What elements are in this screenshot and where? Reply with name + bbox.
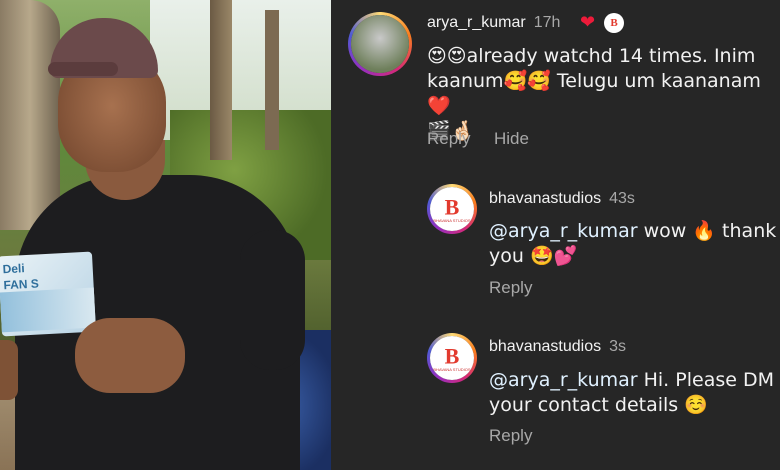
- card-band: [0, 287, 96, 333]
- comment-text: 😍😍already watchd 14 times. Inim kaanum🥰🥰…: [427, 45, 761, 142]
- hide-button[interactable]: Hide: [494, 129, 529, 149]
- person-hand-left: [0, 340, 18, 400]
- username[interactable]: bhavanastudios: [489, 338, 601, 355]
- brand-logo-letter: B: [444, 194, 460, 220]
- person-hand: [75, 318, 185, 393]
- photo-tree-trunk: [210, 0, 232, 160]
- brand-logo-text: BHAVANA STUDIOS: [433, 218, 471, 223]
- brand-logo-text: BHAVANA STUDIOS: [433, 367, 471, 372]
- username[interactable]: bhavanastudios: [489, 190, 601, 207]
- creator-logo-letter: B: [610, 16, 618, 29]
- brand-logo-image: B BHAVANA STUDIOS: [430, 187, 474, 231]
- commenter-avatar[interactable]: [348, 12, 412, 76]
- photo-tree-trunk: [0, 0, 60, 230]
- timestamp: 17h: [533, 14, 561, 31]
- reply-avatar[interactable]: B BHAVANA STUDIOS: [427, 184, 477, 234]
- brand-logo-image: B BHAVANA STUDIOS: [430, 336, 474, 380]
- reply-text: @arya_r_kumar wow 🔥 thank you 🤩💕: [489, 220, 777, 267]
- timestamp: 43s: [609, 190, 635, 207]
- creator-avatar-badge: B: [604, 13, 624, 33]
- photo-tree-trunk: [265, 10, 279, 150]
- reply-button[interactable]: Reply: [489, 426, 532, 446]
- post-screenshot: Deli FAN S arya_r_kumar 17h ❤ B 😍😍already…: [0, 0, 780, 470]
- person-photo: Deli FAN S: [0, 0, 331, 470]
- creator-heart-icon: ❤: [580, 12, 596, 33]
- timestamp: 3s: [609, 338, 626, 355]
- reply-button[interactable]: Reply: [427, 129, 470, 149]
- card-title: Deli: [2, 261, 25, 277]
- reply-header: bhavanastudios 3s: [489, 338, 626, 356]
- comments-panel: arya_r_kumar 17h ❤ B 😍😍already watchd 14 …: [331, 0, 780, 470]
- comment-header: arya_r_kumar 17h: [427, 14, 560, 32]
- held-ticket-card: Deli FAN S: [0, 251, 97, 337]
- card-subtitle: FAN S: [3, 276, 40, 293]
- username[interactable]: arya_r_kumar: [427, 14, 526, 31]
- person-arm: [240, 230, 305, 370]
- avatar-photo: [351, 15, 409, 73]
- mention-link[interactable]: @arya_r_kumar: [489, 369, 638, 391]
- brand-logo-letter: B: [444, 343, 460, 369]
- person-cap-brim: [48, 62, 118, 76]
- reply-button[interactable]: Reply: [489, 278, 532, 298]
- reply-text: @arya_r_kumar Hi. Please DM your contact…: [489, 369, 774, 416]
- reply-avatar[interactable]: B BHAVANA STUDIOS: [427, 333, 477, 383]
- mention-link[interactable]: @arya_r_kumar: [489, 220, 638, 242]
- reply-header: bhavanastudios 43s: [489, 190, 635, 208]
